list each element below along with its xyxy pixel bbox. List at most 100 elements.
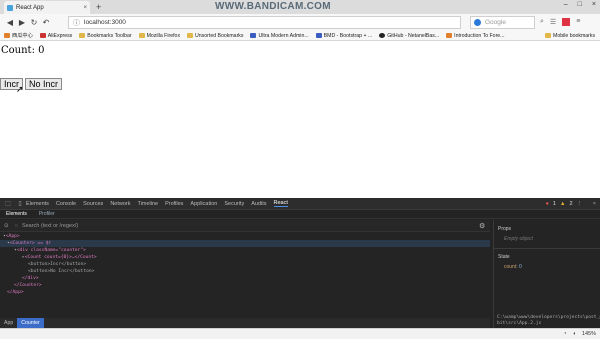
folder-icon — [79, 33, 86, 38]
devtools-close-icon[interactable]: × — [593, 201, 596, 207]
tree-node-selected[interactable]: ▾<Counter> == $r — [0, 240, 490, 247]
tree-node[interactable]: ▾<div className="counter"> — [0, 247, 490, 254]
inspect-icon[interactable]: ⬚ — [2, 200, 14, 207]
tree-node[interactable]: <button>No Incr</button> — [0, 268, 490, 275]
error-count: 1 — [552, 200, 556, 207]
bookmark-item[interactable]: Unsorted Bookmarks — [187, 33, 243, 39]
search-box[interactable]: Google — [470, 16, 535, 29]
tree-node[interactable]: </Counter> — [0, 282, 490, 289]
search-placeholder: Google — [485, 19, 506, 26]
browser-window: React App × + WWW.BANDICAM.COM – □ × ◀ ▶… — [0, 0, 600, 339]
forward-icon[interactable]: ▶ — [16, 18, 28, 27]
breadcrumb-item-current[interactable]: Counter — [17, 318, 44, 328]
breadcrumb-item[interactable]: App — [0, 318, 17, 328]
bookmark-label: Mobile bookmarks — [553, 32, 596, 39]
tab-react-app[interactable]: React App × — [4, 1, 90, 14]
mouse-cursor-icon: ➚ — [16, 84, 24, 94]
devtools-tab[interactable]: Network — [110, 201, 130, 207]
devtools-tab[interactable]: Profiles — [165, 201, 183, 207]
devtools-tab[interactable]: Sources — [83, 201, 103, 207]
error-icon: ● — [545, 200, 549, 207]
bookmark-item[interactable]: BMD - Bootstrap + ... — [315, 32, 373, 39]
menu-icon[interactable]: ≡ — [576, 18, 580, 26]
bookmark-item[interactable]: 西瓜中心 — [4, 32, 33, 39]
bookmark-icon — [250, 33, 257, 38]
folder-icon — [545, 33, 551, 38]
folder-icon — [138, 33, 145, 38]
devtools-tab[interactable]: Timeline — [137, 201, 158, 207]
toolbar-icons: ⌕ ☰ ≡ — [540, 18, 580, 26]
bandicam-watermark: WWW.BANDICAM.COM — [215, 1, 331, 12]
search-icon[interactable]: ⌕ — [540, 18, 544, 26]
state-value[interactable]: 0 — [519, 264, 522, 270]
bookmark-icon — [315, 33, 322, 38]
tree-node[interactable]: ▾<App> — [0, 233, 490, 240]
devtools-tab[interactable]: Audits — [251, 201, 266, 207]
react-subtabs: Elements Profiler — [0, 210, 600, 219]
bookmark-item[interactable]: Ultra Modern Admin... — [250, 32, 309, 39]
devtools-tab-bar: ⬚ ▯ Elements Console Sources Network Tim… — [0, 198, 600, 210]
bookmark-icon — [4, 33, 10, 38]
close-window-icon[interactable]: × — [592, 1, 596, 8]
state-entry[interactable]: count: 0 — [504, 264, 522, 270]
bookmark-label: GitHub - NetanelBas... — [387, 32, 440, 39]
react-subtab-elements[interactable]: Elements — [6, 211, 27, 217]
devtools-tab[interactable]: Elements — [26, 201, 49, 207]
back-icon[interactable]: ◀ — [4, 18, 16, 27]
bookmark-item[interactable]: AliExpress — [39, 33, 72, 39]
more-icon[interactable]: ⋮ — [577, 201, 583, 207]
devtools-tab-react[interactable]: React — [273, 200, 288, 207]
addon-icon[interactable] — [562, 18, 571, 26]
bookmark-item[interactable]: GitHub - NetanelBas... — [379, 33, 439, 39]
bookmark-icon — [446, 33, 453, 38]
page-viewport: Count: 0 Incr No Incr — [0, 42, 600, 198]
component-tree: ▾<App> ▾<Counter> == $r ▾<div className=… — [0, 233, 490, 317]
zoom-level[interactable]: 145% — [582, 331, 596, 337]
no-incr-button[interactable]: No Incr — [25, 78, 63, 90]
tree-node[interactable]: </App> — [0, 289, 490, 296]
button-row: Incr No Incr — [0, 78, 63, 90]
state-key: count — [504, 264, 517, 270]
devtools-tab[interactable]: Console — [56, 201, 76, 207]
window-controls: – □ × — [564, 1, 596, 8]
history-icon[interactable]: ↶ — [40, 18, 52, 27]
devtools-tab[interactable]: Application — [190, 201, 217, 207]
bookmark-label: BMD - Bootstrap + ... — [323, 32, 373, 39]
bookmark-label: Introduction To Fore... — [454, 32, 505, 39]
device-icon[interactable]: ▯ — [14, 200, 26, 207]
page-info-icon[interactable]: ⓘ — [73, 18, 80, 28]
bookmark-label: 西瓜中心 — [12, 33, 33, 39]
new-tab-button[interactable]: + — [96, 1, 101, 13]
address-text: localhost:3000 — [84, 19, 126, 26]
tree-node[interactable]: </div> — [0, 275, 490, 282]
devtools-tab[interactable]: Security — [224, 201, 244, 207]
bookmark-label: Ultra Modern Admin... — [258, 32, 309, 39]
minimize-icon[interactable]: – — [564, 1, 568, 8]
count-display: Count: 0 — [1, 45, 45, 56]
react-subtab-profiler[interactable]: Profiler — [39, 211, 55, 217]
bookmark-item[interactable]: Mozilla Firefox — [138, 32, 181, 39]
tab-title: React App — [16, 4, 44, 11]
warning-count: 2 — [569, 200, 573, 207]
tab-close-icon[interactable]: × — [83, 5, 87, 11]
search-icon: ○ — [14, 222, 18, 229]
props-empty: Empty object — [504, 236, 533, 242]
maximize-icon[interactable]: □ — [578, 1, 582, 8]
library-icon[interactable]: ☰ — [550, 18, 556, 26]
error-warning-counter[interactable]: ● 1 ▲ 2 ⋮ — [546, 201, 582, 207]
state-heading: State — [498, 254, 510, 260]
bookmark-item[interactable]: Introduction To Fore... — [446, 32, 505, 39]
bookmark-item[interactable]: Bookmarks Toolbar — [79, 33, 132, 39]
tree-search-input[interactable]: Search (text or /regex/) — [22, 223, 78, 229]
tree-node[interactable]: <button>Incr</button> — [0, 261, 490, 268]
tree-node[interactable]: ▸<Count count={0}>…</Count> — [0, 254, 490, 261]
reload-icon[interactable]: ↻ — [28, 18, 40, 27]
search-engine-icon — [474, 19, 481, 26]
bookmarks-bar: 西瓜中心 AliExpress Bookmarks Toolbar Mozill… — [0, 31, 600, 41]
gear-icon[interactable]: ⚙ — [479, 222, 485, 230]
mobile-bookmarks[interactable]: Mobile bookmarks — [545, 33, 595, 39]
select-element-icon[interactable]: ⊙ — [4, 223, 9, 229]
address-bar[interactable]: ⓘ localhost:3000 — [68, 16, 461, 29]
bookmark-label: Mozilla Firefox — [146, 32, 181, 39]
status-bar: ◔ ◖ 145% — [0, 328, 600, 339]
